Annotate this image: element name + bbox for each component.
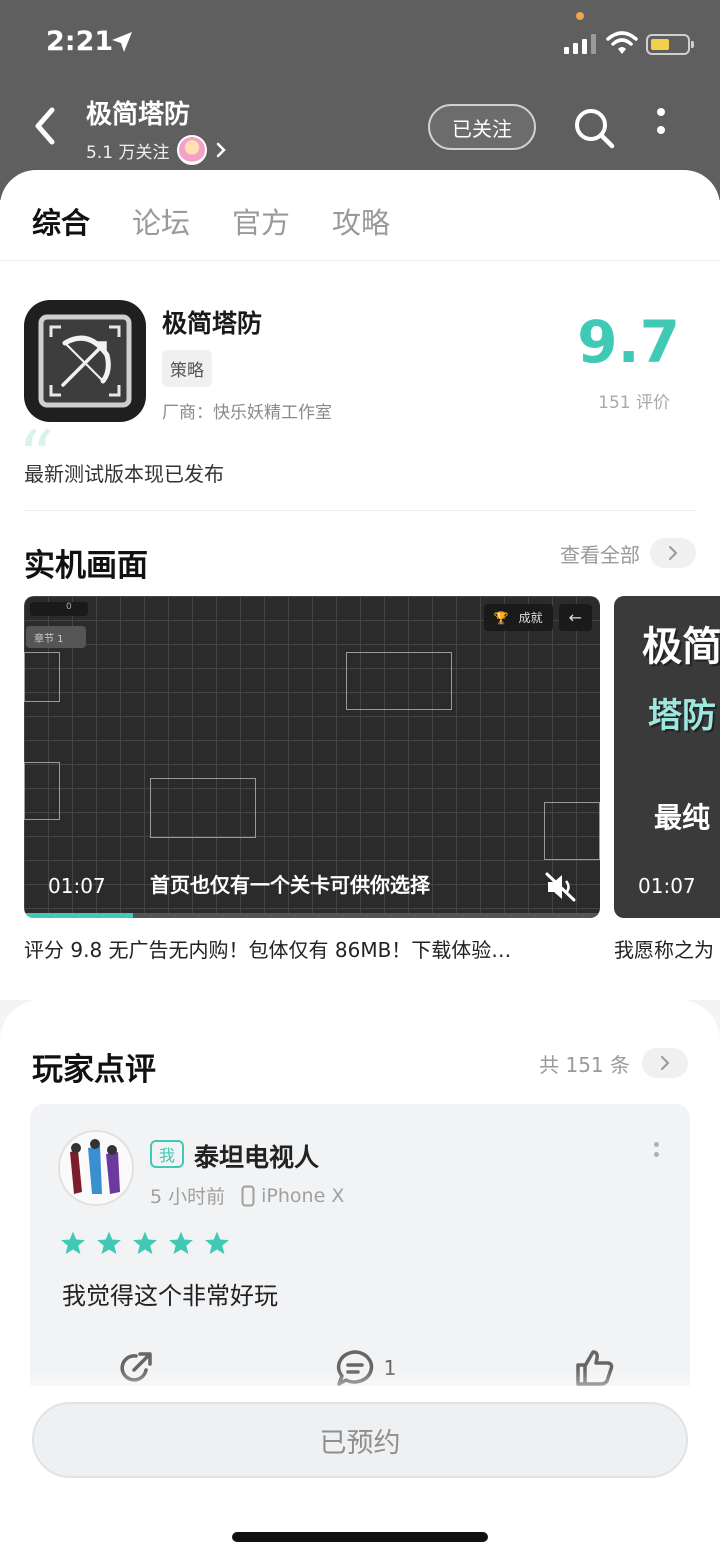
see-all-button[interactable]: 查看全部 <box>560 538 696 568</box>
phone-icon <box>241 1185 255 1206</box>
privacy-indicator-dot <box>576 12 584 20</box>
update-notice[interactable]: 最新测试版本现已发布 <box>24 458 224 487</box>
reserve-button[interactable]: 已预约 <box>32 1402 688 1478</box>
tab-divider <box>0 260 720 261</box>
review-more-icon[interactable] <box>654 1142 660 1162</box>
tab-forum[interactable]: 论坛 <box>132 200 190 242</box>
search-icon[interactable] <box>572 106 616 150</box>
home-indicator <box>232 1532 488 1542</box>
video-subtitle: 首页也仅有一个关卡可供你选择 <box>150 873 430 897</box>
chevron-right-icon <box>650 538 696 568</box>
star-icon <box>169 1231 193 1255</box>
trophy-icon: 🏆 <box>493 610 509 625</box>
video-progress-fill <box>24 913 134 918</box>
overlay-title: 极简 <box>642 623 720 670</box>
video-thumbnail[interactable]: 极简 塔防 最纯 01:07 <box>614 596 720 918</box>
reviews-title: 玩家点评 <box>32 1052 156 1088</box>
star-icon <box>61 1231 85 1255</box>
genre-tag[interactable]: 策略 <box>162 350 212 387</box>
tab-bar: 综合 论坛 官方 攻略 <box>32 200 390 242</box>
score-counter: 0 <box>66 602 72 612</box>
chevron-right-icon <box>642 1048 688 1078</box>
overlay-title: 塔防 <box>648 696 716 736</box>
video-duration: 01:07 <box>638 874 696 898</box>
chapter-label: 章节 1 <box>26 626 86 648</box>
star-icon <box>97 1231 121 1255</box>
cellular-signal-icon <box>564 34 596 54</box>
more-menu-icon[interactable] <box>654 108 668 142</box>
video-caption[interactable]: 评分 9.8 无广告无内购！包体仅有 86MB！下载体验… <box>24 934 584 963</box>
video-thumbnail[interactable]: 0 章节 1 🏆 成就 ← 01:07 首页也仅有一个关卡可供你选择 <box>24 596 600 918</box>
review-card[interactable]: 我 泰坦电视人 5 小时前 iPhone X 我觉得这个非常好玩 1 <box>30 1104 690 1404</box>
follower-avatar <box>177 135 208 165</box>
content-sheet: 综合 论坛 官方 攻略 极简塔防 策略 厂商：快乐妖精工作室 9.7 151 评… <box>0 170 720 1000</box>
back-arrow-icon: ← <box>558 604 592 631</box>
mute-icon[interactable] <box>544 872 578 902</box>
review-text: 我觉得这个非常好玩 <box>62 1282 278 1310</box>
status-time: 2:21 <box>46 26 114 57</box>
bow-arrow-icon <box>38 314 132 408</box>
rating-count: 151 评价 <box>598 393 670 413</box>
tab-guides[interactable]: 攻略 <box>332 200 390 242</box>
review-device: iPhone X <box>261 1184 345 1207</box>
app-name: 极简塔防 <box>162 309 263 338</box>
score-badge: 0 <box>30 602 88 616</box>
review-meta: 5 小时前 iPhone X <box>150 1182 344 1209</box>
video-duration: 01:07 <box>48 874 106 898</box>
reviewer-name[interactable]: 泰坦电视人 <box>194 1138 319 1174</box>
star-icon <box>133 1231 157 1255</box>
review-time: 5 小时前 <box>150 1186 226 1208</box>
followers-row[interactable]: 5.1 万关注 <box>86 135 227 165</box>
overlay-title: 最纯 <box>654 801 711 834</box>
wifi-icon <box>606 31 638 54</box>
rating-score: 9.7 <box>577 308 680 376</box>
app-icon <box>24 300 146 422</box>
follow-button[interactable]: 已关注 <box>428 104 536 150</box>
achievements-chip: 🏆 成就 <box>483 604 553 631</box>
vendor-label[interactable]: 厂商：快乐妖精工作室 <box>162 398 332 423</box>
star-rating <box>60 1230 230 1256</box>
screenshots-title: 实机画面 <box>24 548 148 584</box>
location-arrow-icon <box>112 32 132 52</box>
me-badge: 我 <box>150 1140 184 1168</box>
tab-official[interactable]: 官方 <box>232 200 290 242</box>
avatar[interactable] <box>58 1130 134 1206</box>
tab-overview[interactable]: 综合 <box>32 200 91 242</box>
followers-count: 5.1 万关注 <box>86 142 170 163</box>
reviews-total: 共 151 条 <box>539 1052 630 1077</box>
bottom-action-bar: 已预约 <box>0 1386 720 1559</box>
video-caption[interactable]: 我愿称之为 <box>614 934 720 963</box>
header-title: 极简塔防 <box>86 100 191 130</box>
chevron-right-icon <box>217 142 227 158</box>
star-icon <box>205 1231 229 1255</box>
divider <box>24 510 696 511</box>
battery-icon <box>646 34 694 55</box>
all-reviews-button[interactable]: 共 151 条 <box>539 1048 688 1078</box>
achievements-label: 成就 <box>518 611 543 625</box>
see-all-label: 查看全部 <box>560 542 640 567</box>
back-button[interactable] <box>30 104 60 148</box>
